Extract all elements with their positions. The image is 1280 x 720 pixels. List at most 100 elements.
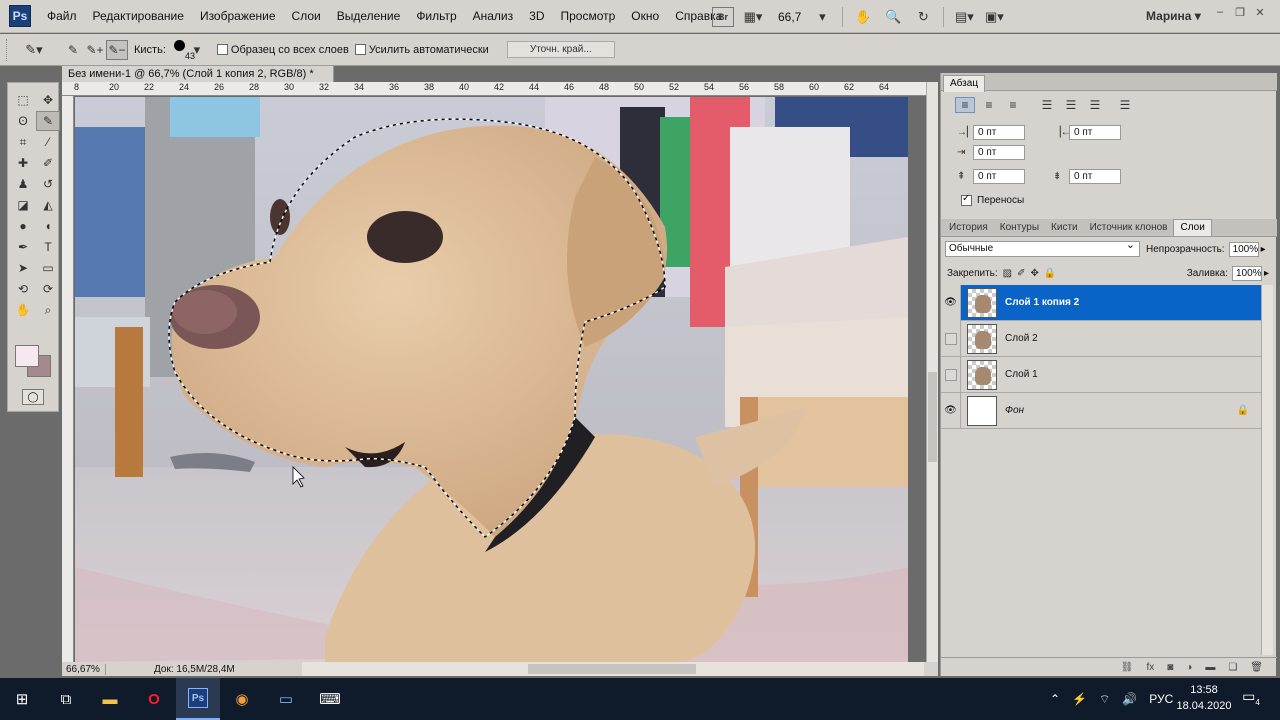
- eye-icon[interactable]: 👁: [941, 284, 961, 321]
- tab-paragraph[interactable]: Абзац: [943, 75, 986, 92]
- menu-edit[interactable]: Редактирование: [85, 0, 192, 33]
- hyphenation-checkbox[interactable]: Переносы: [961, 193, 1024, 206]
- menu-layers[interactable]: Слои: [284, 0, 329, 33]
- status-doc-size[interactable]: Док: 16,5M/28,4M: [154, 664, 235, 675]
- file-explorer-icon[interactable]: ▬: [88, 678, 132, 720]
- zoom-icon[interactable]: 🔍: [882, 7, 904, 27]
- arrange-documents-icon[interactable]: ▤▾: [953, 7, 975, 27]
- history-brush-tool-icon[interactable]: ↺: [36, 174, 60, 194]
- photo-viewer-icon[interactable]: ◉: [220, 678, 264, 720]
- opacity-field[interactable]: 100%: [1228, 241, 1259, 257]
- paint-bucket-tool-icon[interactable]: ◭: [36, 195, 60, 215]
- layers-scrollbar[interactable]: [1261, 285, 1273, 655]
- layer-name[interactable]: Слой 2: [1005, 333, 1038, 344]
- eraser-tool-icon[interactable]: ◪: [11, 195, 35, 215]
- lock-paint-icon[interactable]: ✐: [1017, 268, 1025, 279]
- menu-view[interactable]: Просмотр: [552, 0, 623, 33]
- visibility-toggle[interactable]: [941, 356, 961, 393]
- image-canvas[interactable]: [75, 97, 908, 662]
- quick-selection-tool-icon[interactable]: ✎: [36, 111, 60, 131]
- menu-file[interactable]: Файл: [39, 0, 85, 33]
- restore-icon[interactable]: ❐: [1230, 6, 1250, 19]
- 3d-rotate-tool-icon[interactable]: ⟲: [11, 279, 35, 299]
- brush-tool-icon[interactable]: ✐: [36, 153, 60, 173]
- photoshop-logo[interactable]: Ps: [9, 5, 31, 27]
- fill-arrow-icon[interactable]: ▸: [1264, 268, 1269, 279]
- justify-left-icon[interactable]: ☰: [1037, 97, 1057, 113]
- horizontal-scrollbar[interactable]: [302, 662, 924, 676]
- blend-mode-select[interactable]: Обычные: [945, 238, 1140, 257]
- healing-brush-tool-icon[interactable]: ✚: [11, 153, 35, 173]
- justify-center-icon[interactable]: ☰: [1061, 97, 1081, 113]
- tab-paths[interactable]: Контуры: [994, 220, 1045, 236]
- menu-3d[interactable]: 3D: [521, 0, 552, 33]
- horizontal-scroll-thumb[interactable]: [528, 664, 696, 674]
- lock-all-icon[interactable]: 🔒: [1044, 268, 1056, 279]
- network-icon[interactable]: ⚡: [1072, 692, 1087, 706]
- task-view-icon[interactable]: ⧉: [44, 678, 88, 720]
- eye-icon[interactable]: 👁: [941, 392, 961, 429]
- layer-row[interactable]: Слой 2: [941, 320, 1261, 357]
- notifications-icon[interactable]: ▭4: [1240, 688, 1262, 710]
- menu-filter[interactable]: Фильтр: [408, 0, 464, 33]
- subtract-selection-icon[interactable]: ✎−: [106, 39, 128, 60]
- menu-image[interactable]: Изображение: [192, 0, 284, 33]
- tab-brushes[interactable]: Кисти: [1045, 220, 1084, 236]
- move-tool-icon[interactable]: ✥: [36, 90, 60, 110]
- options-grip[interactable]: [6, 38, 10, 61]
- shape-tool-icon[interactable]: ▭: [36, 258, 60, 278]
- layer-row[interactable]: 👁 Слой 1 копия 2: [941, 284, 1261, 321]
- zoom-level[interactable]: 66,7: [778, 10, 801, 24]
- bridge-icon[interactable]: Br: [712, 6, 734, 27]
- chevron-up-icon[interactable]: ⌃: [1050, 692, 1060, 706]
- layer-thumbnail[interactable]: [967, 359, 997, 390]
- document-tab[interactable]: Без имени-1 @ 66,7% (Слой 1 копия 2, RGB…: [62, 66, 334, 82]
- link-layers-icon[interactable]: ⛓: [1121, 662, 1134, 673]
- indent-left-field[interactable]: 0 пт: [973, 125, 1025, 140]
- justify-right-icon[interactable]: ☰: [1085, 97, 1105, 113]
- wifi-icon[interactable]: ⌔: [1099, 692, 1110, 707]
- new-group-icon[interactable]: ▬: [1205, 662, 1215, 673]
- lock-position-icon[interactable]: ✥: [1031, 268, 1039, 279]
- chevron-down-icon[interactable]: ▾: [811, 7, 833, 27]
- align-center-icon[interactable]: ≡: [979, 97, 999, 113]
- eyedropper-tool-icon[interactable]: ⁄: [36, 132, 60, 152]
- refine-edge-button[interactable]: Уточн. край...: [506, 41, 615, 58]
- marquee-tool-icon[interactable]: ⬚: [11, 90, 35, 110]
- opacity-arrow-icon[interactable]: ▸: [1261, 244, 1266, 255]
- layer-name[interactable]: Слой 1: [1005, 369, 1038, 380]
- screen-mode-icon[interactable]: ▣▾: [983, 7, 1005, 27]
- hand-icon[interactable]: ✋: [852, 7, 874, 27]
- new-selection-icon[interactable]: ✎: [62, 40, 84, 60]
- indent-right-field[interactable]: 0 пт: [1069, 125, 1121, 140]
- clock[interactable]: 13:58 18.04.2020: [1176, 682, 1232, 714]
- layer-row[interactable]: 👁 Фон 🔒: [941, 392, 1261, 429]
- vertical-scroll-thumb[interactable]: [928, 372, 937, 462]
- add-selection-icon[interactable]: ✎+: [84, 40, 106, 60]
- fill-field[interactable]: 100%: [1231, 266, 1262, 281]
- visibility-toggle[interactable]: [941, 320, 961, 357]
- space-after-field[interactable]: 0 пт: [1069, 169, 1121, 184]
- menu-analysis[interactable]: Анализ: [465, 0, 522, 33]
- layer-thumbnail[interactable]: [967, 395, 997, 426]
- layer-name[interactable]: Фон: [1005, 405, 1024, 416]
- ruler-vertical[interactable]: [62, 96, 74, 662]
- menu-select[interactable]: Выделение: [329, 0, 409, 33]
- minimize-icon[interactable]: –: [1210, 6, 1230, 19]
- tab-layers[interactable]: Слои: [1173, 219, 1212, 236]
- adjustment-layer-icon[interactable]: ◑: [1186, 662, 1192, 673]
- pen-tool-icon[interactable]: ✒: [11, 237, 35, 257]
- sample-all-layers-checkbox[interactable]: Образец со всех слоев: [216, 44, 349, 56]
- tool-preset-icon[interactable]: ✎▾: [20, 39, 48, 61]
- type-tool-icon[interactable]: T: [36, 237, 60, 257]
- tab-clone-source[interactable]: Источник клонов: [1084, 220, 1174, 236]
- quick-mask-icon[interactable]: ◯: [22, 389, 44, 405]
- auto-enhance-checkbox[interactable]: Усилить автоматически: [354, 44, 489, 56]
- windows-start-icon[interactable]: ⊞: [0, 678, 44, 720]
- tab-history[interactable]: История: [943, 220, 994, 236]
- new-layer-icon[interactable]: ❏: [1228, 662, 1237, 673]
- delete-layer-icon[interactable]: 🗑: [1250, 662, 1263, 673]
- align-left-icon[interactable]: ≡: [955, 97, 975, 113]
- indent-first-line-field[interactable]: 0 пт: [973, 145, 1025, 160]
- brush-preview-icon[interactable]: [173, 40, 185, 51]
